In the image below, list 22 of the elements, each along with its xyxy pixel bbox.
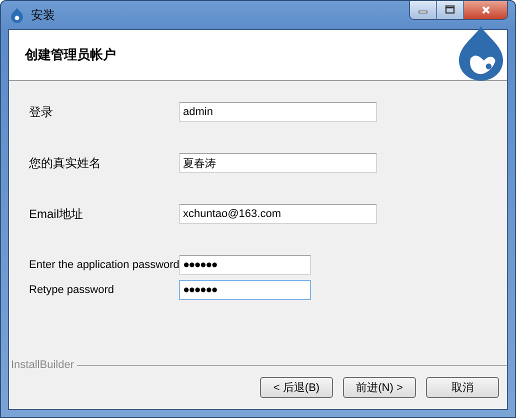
field-label: Email地址 — [29, 206, 84, 222]
maximize-icon — [445, 5, 455, 15]
page-heading: 创建管理员帐户 — [25, 46, 116, 64]
drop-icon — [9, 7, 25, 23]
field-label: 登录 — [29, 104, 54, 120]
close-icon — [480, 5, 490, 15]
cancel-button[interactable]: 取消 — [426, 377, 499, 398]
back-button[interactable]: < 后退(B) — [260, 377, 333, 398]
password-field[interactable]: ●●●●●● — [179, 280, 311, 300]
close-button[interactable] — [464, 1, 507, 19]
input-field[interactable]: xchuntao@163.com — [179, 204, 377, 224]
window-title: 安装 — [31, 6, 55, 24]
input-field[interactable]: 夏春涛 — [179, 153, 377, 173]
brand-label: InstallBuilder — [10, 359, 74, 371]
next-button[interactable]: 前进(N) > — [343, 377, 416, 398]
field-label: 您的真实姓名 — [29, 154, 102, 172]
maximize-button[interactable] — [437, 1, 464, 19]
password-field[interactable]: ●●●●●● — [179, 255, 311, 275]
field-label: Enter the application password — [29, 259, 179, 271]
minimize-button[interactable] — [410, 1, 437, 19]
input-field[interactable]: admin — [179, 102, 377, 122]
field-label: Retype password — [29, 284, 115, 296]
